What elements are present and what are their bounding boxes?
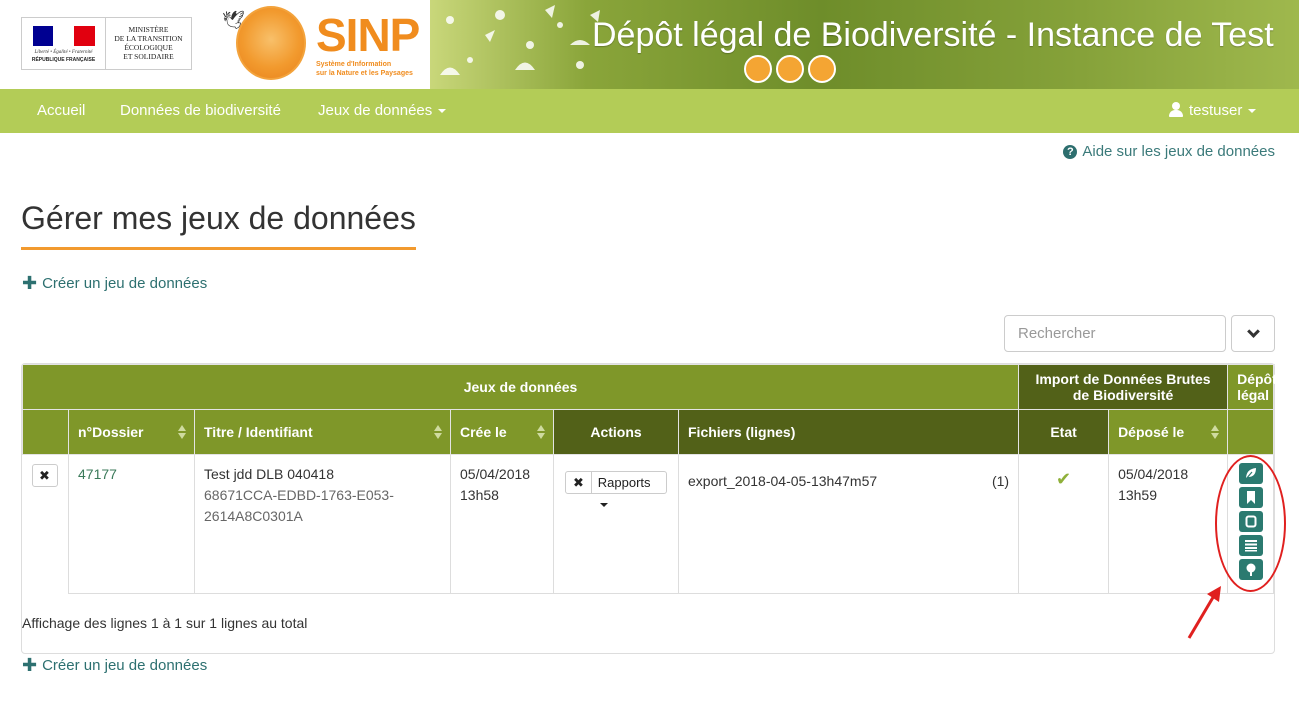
delete-import-button[interactable]: ✖ xyxy=(566,472,592,493)
toggle-filters-button[interactable] xyxy=(1231,315,1275,352)
group-header-depot: Dépôt légal xyxy=(1227,364,1277,410)
ministry-line: ET SOLIDAIRE xyxy=(123,52,174,61)
group-header-row: Jeux de données Import de Données Brutes… xyxy=(21,364,1277,410)
col-header-titre[interactable]: Titre / Identifiant xyxy=(194,409,451,455)
col-header-icons xyxy=(1227,409,1275,455)
header-banner: Liberté • Égalité • Fraternité RÉPUBLIQU… xyxy=(0,0,1299,89)
group-header-import: Import de Données Brutes de Biodiversité xyxy=(1018,364,1229,410)
caret-down-icon xyxy=(1248,109,1257,114)
user-menu-dropdown[interactable]: testuser xyxy=(1169,89,1257,133)
sort-icon xyxy=(434,425,442,439)
wildlife-silhouettes xyxy=(440,5,600,75)
col-header-delete xyxy=(22,409,69,455)
col-header-cree[interactable]: Crée le xyxy=(450,409,554,455)
create-dataset-label: Créer un jeu de données xyxy=(42,275,208,292)
create-dataset-link-bottom[interactable]: ✚ Créer un jeu de données xyxy=(22,655,207,676)
ministry-line: ÉCOLOGIQUE xyxy=(124,43,173,52)
file-lines: (1) xyxy=(991,473,1010,489)
mountain-badge-icon xyxy=(776,55,804,83)
cell-actions: ✖ Rapports xyxy=(553,454,679,594)
gov-motto: Liberté • Égalité • Fraternité xyxy=(34,50,93,55)
nav-jeux-de-donnees-dropdown[interactable]: Jeux de données xyxy=(318,89,447,133)
cell-created: 05/04/2018 13h58 xyxy=(450,454,554,594)
table-row: ✖ 47177 Test jdd DLB 040418 68671CCA-EDB… xyxy=(22,454,1275,594)
col-label: Titre / Identifiant xyxy=(204,424,313,440)
caret-down-icon xyxy=(438,109,447,114)
government-logo: Liberté • Égalité • Fraternité RÉPUBLIQU… xyxy=(21,17,192,70)
sinp-subtitle-line: sur la Nature et les Paysages xyxy=(316,70,413,77)
plus-icon: ✚ xyxy=(22,655,38,675)
nav-jeux-label: Jeux de données xyxy=(318,102,433,119)
site-title: Dépôt légal de Biodiversité - Instance d… xyxy=(592,16,1274,54)
cell-dossier: 47177 xyxy=(68,454,195,594)
col-header-etat: Etat xyxy=(1018,409,1110,455)
landscape-badge-icon xyxy=(808,55,836,83)
cell-delete: ✖ xyxy=(22,454,69,594)
chevron-down-icon xyxy=(1246,324,1260,338)
cell-etat: ✔ xyxy=(1018,454,1110,594)
group-header-jeux: Jeux de données xyxy=(21,364,1020,410)
help-link[interactable]: ? Aide sur les jeux de données xyxy=(1063,143,1275,160)
main-navbar: Accueil Données de biodiversité Jeux de … xyxy=(0,89,1299,133)
col-label: Crée le xyxy=(460,424,507,440)
create-dataset-label: Créer un jeu de données xyxy=(42,657,208,674)
sort-icon xyxy=(178,425,186,439)
caret-down-icon xyxy=(599,502,608,507)
annotation-highlight-ellipse xyxy=(1215,455,1286,592)
user-name: testuser xyxy=(1189,102,1243,119)
sinp-subtitle: Système d'Information sur la Nature et l… xyxy=(316,60,426,78)
create-dataset-link-top[interactable]: ✚ Créer un jeu de données xyxy=(22,273,207,294)
col-label: Déposé le xyxy=(1118,424,1185,440)
rapports-dropdown-button[interactable]: Rapports xyxy=(592,472,666,507)
col-header-dossier[interactable]: n°Dossier xyxy=(68,409,195,455)
col-label: n°Dossier xyxy=(78,424,144,440)
ministry-name: MINISTÈRE DE LA TRANSITION ÉCOLOGIQUE ET… xyxy=(106,18,191,69)
nav-accueil[interactable]: Accueil xyxy=(37,89,85,133)
ministry-line: DE LA TRANSITION xyxy=(114,34,183,43)
banner-badges xyxy=(744,55,836,83)
search-input[interactable] xyxy=(1004,315,1226,352)
cell-depose: 05/04/2018 13h59 xyxy=(1108,454,1229,594)
rapports-label: Rapports xyxy=(597,475,651,490)
col-header-actions: Actions xyxy=(553,409,679,455)
gov-republic: RÉPUBLIQUE FRANÇAISE xyxy=(31,57,96,63)
file-name: export_2018-04-05-13h47m57 xyxy=(688,473,878,489)
pagination-info: Affichage des lignes 1 à 1 sur 1 lignes … xyxy=(22,615,308,631)
sort-icon xyxy=(537,425,545,439)
datasets-table: Jeux de données Import de Données Brutes… xyxy=(21,364,1277,594)
actions-button-group: ✖ Rapports xyxy=(565,471,667,507)
sun-badge-icon xyxy=(744,55,772,83)
col-header-fichiers: Fichiers (lignes) xyxy=(677,409,1020,455)
french-flag-icon xyxy=(32,26,95,46)
cell-fichiers: export_2018-04-05-13h47m57 (1) xyxy=(677,454,1020,594)
delete-dataset-button[interactable]: ✖ xyxy=(31,464,58,487)
check-icon: ✔ xyxy=(1056,469,1072,489)
sinp-emblem-icon xyxy=(236,6,306,80)
page-title: Gérer mes jeux de données xyxy=(21,200,416,250)
plus-icon: ✚ xyxy=(22,273,38,293)
help-link-label: Aide sur les jeux de données xyxy=(1082,143,1275,160)
user-icon xyxy=(1169,102,1183,117)
ministry-line: MINISTÈRE xyxy=(128,25,169,34)
cell-titre: Test jdd DLB 040418 68671CCA-EDBD-1763-E… xyxy=(194,454,451,594)
column-header-row: n°Dossier Titre / Identifiant Crée le Ac… xyxy=(22,409,1275,455)
dataset-title: Test jdd DLB 040418 xyxy=(204,466,334,482)
dossier-link[interactable]: 47177 xyxy=(78,466,117,482)
question-circle-icon: ? xyxy=(1063,145,1078,159)
annotation-arrow-icon xyxy=(1187,586,1221,639)
sort-icon xyxy=(1211,425,1220,439)
sinp-logo-text: SINP xyxy=(316,9,420,61)
col-header-depose[interactable]: Déposé le xyxy=(1108,409,1229,455)
dataset-identifier: 68671CCA-EDBD-1763-E053-2614A8C0301A xyxy=(204,487,394,524)
sinp-subtitle-line: Système d'Information xyxy=(316,61,392,68)
nav-donnees-biodiversite[interactable]: Données de biodiversité xyxy=(120,89,281,133)
